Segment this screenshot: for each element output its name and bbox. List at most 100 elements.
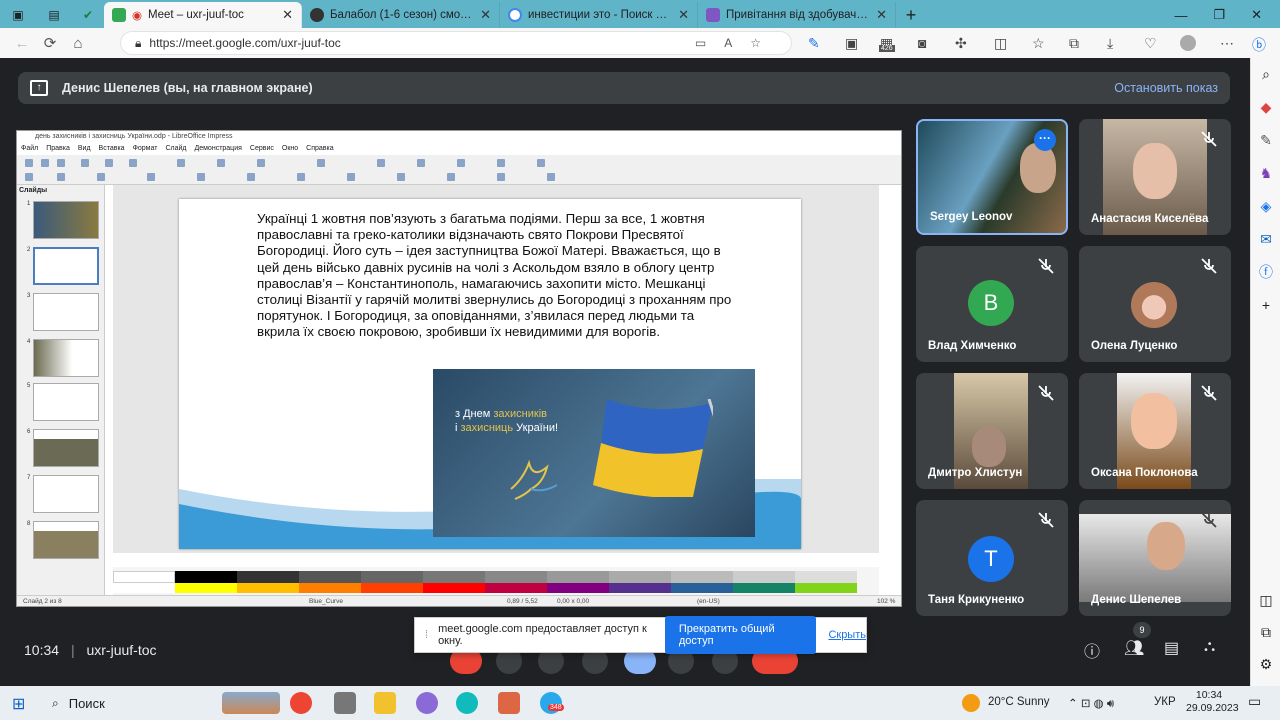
color-swatch[interactable]: [733, 571, 795, 583]
participant-tile-dmytro[interactable]: Дмитро Хлистун: [916, 373, 1068, 489]
participant-tile-sergey[interactable]: ··· Sergey Leonov: [916, 119, 1068, 235]
menu-tools[interactable]: Сервис: [250, 143, 274, 155]
color-swatch[interactable]: [299, 571, 361, 583]
color-swatch[interactable]: [237, 571, 299, 583]
impress-icon[interactable]: [498, 692, 520, 714]
refresh-icon[interactable]: ⟳: [36, 34, 64, 52]
drag-handle-icon[interactable]: ⁞: [425, 629, 428, 641]
slide-thumb-3[interactable]: [33, 293, 99, 331]
menu-view[interactable]: Вид: [78, 143, 91, 155]
participant-tile-tanya[interactable]: Т Таня Крикуненко: [916, 500, 1068, 616]
address-actions-icon[interactable]: ▭A☆: [695, 36, 779, 50]
menu-window[interactable]: Окно: [282, 143, 298, 155]
menu-slide[interactable]: Слайд: [165, 143, 186, 155]
tray-icons[interactable]: ⌃ ⊡ ◍ 🔊︎: [1068, 696, 1114, 711]
tab-balabol[interactable]: Балабол (1-6 сезон) смотреть о ✕: [302, 2, 500, 28]
more-options-icon[interactable]: ···: [1034, 129, 1056, 151]
home-icon[interactable]: ⌂: [64, 35, 92, 52]
workspaces-icon[interactable]: ▣: [0, 2, 36, 28]
settings-icon[interactable]: ⚙: [1251, 648, 1280, 681]
taskbar-search[interactable]: ⌕ Поиск: [44, 690, 214, 716]
color-none-swatch[interactable]: [113, 571, 175, 583]
split-screen-icon[interactable]: ◫: [994, 35, 1007, 52]
slide-thumb-5[interactable]: [33, 383, 99, 421]
language-indicator[interactable]: УКР: [1154, 696, 1176, 708]
close-tab-icon[interactable]: ✕: [876, 7, 887, 23]
extension-icon[interactable]: ✎: [808, 35, 820, 52]
close-tab-icon[interactable]: ✕: [282, 7, 293, 23]
screenshot-icon[interactable]: ◙: [918, 35, 926, 51]
back-icon[interactable]: ←: [8, 35, 36, 52]
downloads-icon[interactable]: ⤓: [1107, 35, 1113, 52]
external-link-icon[interactable]: ⧉: [1251, 616, 1280, 649]
tab-actions-icon[interactable]: ▤: [36, 2, 72, 28]
favorites-icon[interactable]: ☆: [1032, 35, 1045, 52]
search-icon[interactable]: ⌕: [1251, 58, 1280, 91]
new-tab-icon[interactable]: +: [896, 2, 926, 28]
check-icon[interactable]: ✔: [72, 2, 104, 28]
tab-meet[interactable]: ◉ Meet – uxr-juuf-toc ✕: [104, 2, 302, 28]
tab-google-search[interactable]: инвестиции это - Поиск в Goog ✕: [500, 2, 698, 28]
participant-tile-denis[interactable]: Денис Шепелев: [1079, 500, 1231, 616]
windows-start-icon[interactable]: ⊞: [12, 694, 25, 714]
slide-thumb-8[interactable]: [33, 521, 99, 559]
menu-file[interactable]: Файл: [21, 143, 38, 155]
slide-thumb-4[interactable]: [33, 339, 99, 377]
people-icon[interactable]: 👥︎: [1124, 638, 1144, 658]
info-icon[interactable]: ⓘ: [1084, 638, 1100, 662]
impress-toolbar[interactable]: [17, 155, 901, 185]
edge-icon[interactable]: [456, 692, 478, 714]
participant-tile-vlad[interactable]: В Влад Химченко: [916, 246, 1068, 362]
news-icon[interactable]: [222, 692, 280, 714]
slide-thumb-7[interactable]: [33, 475, 99, 513]
sidebar-panel-icon[interactable]: ◫: [1251, 584, 1280, 617]
close-window-icon[interactable]: ✕: [1251, 7, 1262, 23]
games-icon[interactable]: ♞: [1251, 157, 1280, 190]
color-swatch[interactable]: [795, 571, 857, 583]
profile-avatar-icon[interactable]: [1180, 35, 1196, 51]
menu-edit[interactable]: Правка: [46, 143, 70, 155]
shopping-icon[interactable]: ◆: [1251, 91, 1280, 124]
maximize-icon[interactable]: ❐: [1213, 7, 1225, 23]
menu-slideshow[interactable]: Демонстрация: [194, 143, 241, 155]
stop-sharing-button[interactable]: Прекратить общий доступ: [664, 616, 817, 654]
copilot-icon[interactable]: [416, 692, 438, 714]
notifications-icon[interactable]: ▭: [1248, 693, 1261, 710]
activities-icon[interactable]: ⛬: [1204, 638, 1215, 656]
color-swatch[interactable]: [423, 571, 485, 583]
color-swatch[interactable]: [175, 571, 237, 583]
file-explorer-icon[interactable]: [374, 692, 396, 714]
weather-text[interactable]: 20°C Sunny: [988, 696, 1050, 708]
opera-icon[interactable]: [290, 692, 312, 714]
clock[interactable]: 10:34 29.09.2023: [1186, 689, 1239, 715]
chat-icon[interactable]: ▤: [1164, 638, 1179, 658]
tab-greetings[interactable]: Привітання від здобувачів осві ✕: [698, 2, 896, 28]
camera-icon[interactable]: ▣: [845, 35, 858, 52]
stop-presenting-button[interactable]: Остановить показ: [1114, 81, 1218, 95]
facebook-icon[interactable]: ⓕ: [1251, 256, 1280, 289]
office-icon[interactable]: ◈: [1251, 190, 1280, 223]
slide-thumb-1[interactable]: [33, 201, 99, 239]
slide-thumb-6[interactable]: [33, 429, 99, 467]
slide-text-box[interactable]: Українці 1 жовтня пов’язують з багатьма …: [257, 211, 737, 341]
tools-icon[interactable]: ✎: [1251, 124, 1280, 157]
close-tab-icon[interactable]: ✕: [678, 7, 689, 23]
color-palette[interactable]: [113, 567, 879, 597]
minimize-icon[interactable]: —: [1174, 8, 1187, 23]
participant-tile-oksana[interactable]: Оксана Поклонова: [1079, 373, 1231, 489]
color-swatch[interactable]: [361, 571, 423, 583]
participant-tile-olena[interactable]: Олена Луценко: [1079, 246, 1231, 362]
url-field[interactable]: 🔒︎ https://meet.google.com/uxr-juuf-toc …: [120, 31, 792, 55]
menu-format[interactable]: Формат: [133, 143, 158, 155]
color-swatch[interactable]: [547, 571, 609, 583]
more-icon[interactable]: ⋯: [1220, 35, 1234, 52]
color-swatch[interactable]: [609, 571, 671, 583]
participant-tile-anastasia[interactable]: Анастасия Киселёва: [1079, 119, 1231, 235]
close-tab-icon[interactable]: ✕: [480, 7, 491, 23]
hide-link[interactable]: Скрыть: [828, 629, 866, 641]
calculator-icon[interactable]: [334, 692, 356, 714]
bing-icon[interactable]: ⓑ: [1252, 35, 1266, 55]
menu-insert[interactable]: Вставка: [99, 143, 125, 155]
slide-thumb-2[interactable]: [33, 247, 99, 285]
menu-help[interactable]: Справка: [306, 143, 333, 155]
